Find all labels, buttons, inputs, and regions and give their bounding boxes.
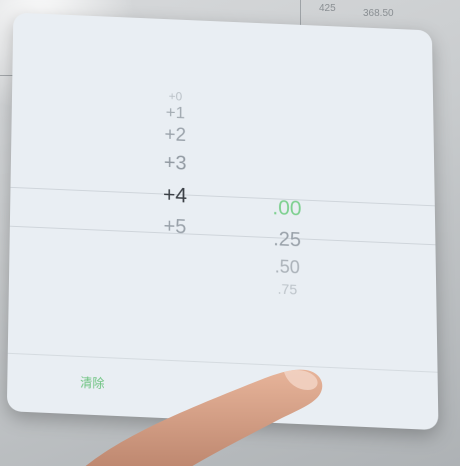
picker-option[interactable]: .50	[252, 255, 322, 282]
picker-option[interactable]: +1	[141, 102, 211, 127]
background-cell: 425	[319, 3, 336, 14]
fraction-picker-wheel[interactable]: .00 .25 .50 .75	[252, 195, 323, 300]
picker-option[interactable]: +2	[140, 123, 210, 154]
picker-option-selected[interactable]: .00	[252, 195, 322, 230]
screen-photo: 425 368.50 425 +0 +1 +2 +3 +4 +5 .00 .25…	[0, 0, 460, 466]
background-cell: 368.50	[363, 8, 394, 19]
picker-option[interactable]: +3	[140, 151, 210, 186]
picker-selection-band	[9, 186, 436, 246]
picker-option-selected[interactable]: +4	[140, 183, 210, 218]
picker-option[interactable]: .75	[252, 279, 322, 300]
picker-option[interactable]: .25	[252, 227, 322, 258]
integer-picker-wheel[interactable]: +0 +1 +2 +3 +4 +5	[140, 88, 210, 247]
pointing-finger-icon	[85, 369, 323, 466]
picker-option[interactable]: +5	[140, 214, 210, 247]
